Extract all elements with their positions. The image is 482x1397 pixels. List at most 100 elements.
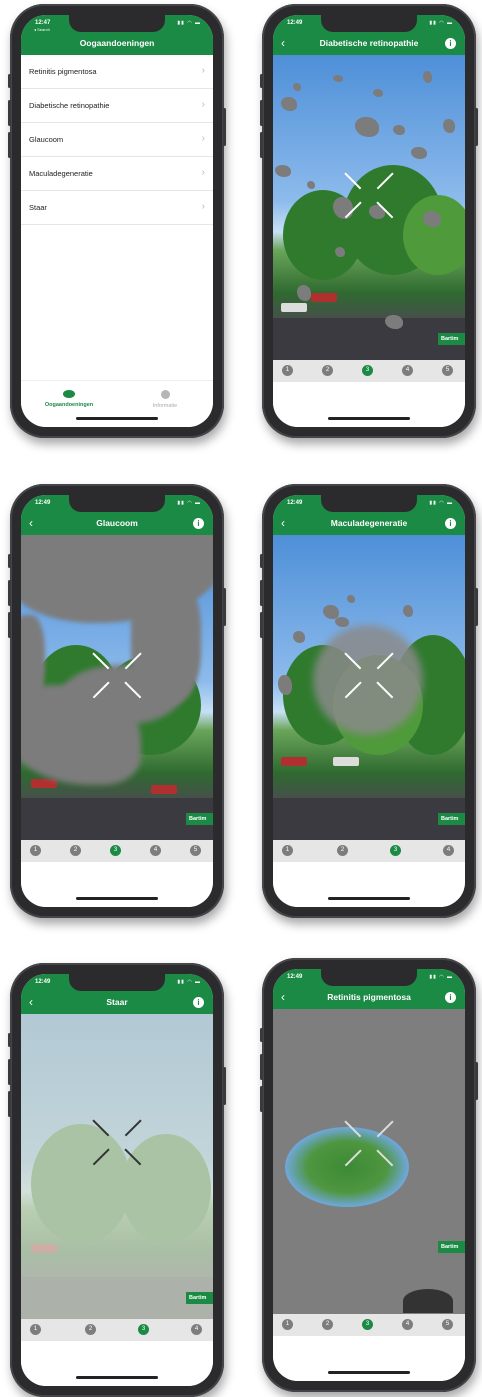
- step-1-button[interactable]: 1: [282, 1319, 293, 1330]
- page-title: Staar: [106, 997, 128, 1007]
- phone-retinitis-pigmentosa: 12:49 ▮▮ ◠ ▬ ‹ Retinitis pigmentosa i Ba…: [260, 958, 478, 1392]
- page-title: Maculadegeneratie: [330, 518, 408, 528]
- status-time: 12:49: [287, 974, 303, 980]
- list-item-staar[interactable]: Staar ›: [21, 191, 213, 225]
- step-4-button[interactable]: 4: [402, 1319, 413, 1330]
- focus-crosshair: [340, 1114, 398, 1172]
- phone-diabetische-retinopathie: 12:49 ▮▮ ◠ ▬ ‹ Diabetische retinopathie …: [260, 4, 478, 438]
- info-icon: [160, 390, 170, 399]
- list-item-label: Staar: [29, 203, 47, 212]
- tab-label: Informatie: [152, 403, 178, 409]
- severity-stepper: 1 2 3 4 5: [273, 1314, 465, 1336]
- info-icon[interactable]: i: [445, 38, 456, 49]
- camera-view: Bartim: [273, 535, 465, 840]
- step-3-button[interactable]: 3: [138, 1324, 149, 1335]
- step-2-button[interactable]: 2: [322, 1319, 333, 1330]
- chevron-right-icon: ›: [201, 133, 205, 144]
- step-1-button[interactable]: 1: [282, 365, 293, 376]
- screen: 12:49 ▮▮ ◠ ▬ ‹ Diabetische retinopathie …: [273, 15, 465, 427]
- nav-bar: ‹ Staar i: [21, 992, 213, 1014]
- list-item-diabetische-retinopathie[interactable]: Diabetische retinopathie ›: [21, 89, 213, 123]
- condition-list: Retinitis pigmentosa › Diabetische retin…: [21, 55, 213, 225]
- severity-stepper: 1 2 3 4 5: [273, 360, 465, 382]
- step-4-button[interactable]: 4: [443, 845, 454, 856]
- home-indicator[interactable]: [328, 897, 410, 900]
- step-5-button[interactable]: 5: [442, 1319, 453, 1330]
- step-3-button[interactable]: 3: [362, 365, 373, 376]
- back-to-app[interactable]: ◂ Search: [34, 27, 50, 32]
- nav-bar: Oogaandoeningen: [21, 33, 213, 55]
- notch: [69, 15, 165, 32]
- step-4-button[interactable]: 4: [402, 365, 413, 376]
- home-indicator[interactable]: [76, 897, 158, 900]
- info-icon[interactable]: i: [193, 518, 204, 529]
- chevron-right-icon: ›: [201, 201, 205, 212]
- nav-bar: ‹ Glaucoom i: [21, 513, 213, 535]
- status-icons: ▮▮ ◠ ▬: [177, 500, 201, 506]
- status-icons: ▮▮ ◠ ▬: [177, 20, 201, 26]
- chevron-right-icon: ›: [201, 65, 205, 76]
- focus-crosshair: [340, 646, 398, 704]
- tab-label: Oogaandoeningen: [44, 402, 94, 408]
- nav-bar: ‹ Diabetische retinopathie i: [273, 33, 465, 55]
- info-icon[interactable]: i: [193, 997, 204, 1008]
- step-2-button[interactable]: 2: [337, 845, 348, 856]
- list-item-label: Diabetische retinopathie: [29, 101, 110, 110]
- bartimeus-badge: Bartim: [438, 333, 465, 345]
- status-time: 12:47: [35, 20, 51, 26]
- home-indicator[interactable]: [76, 417, 158, 420]
- tab-informatie[interactable]: Informatie: [117, 386, 213, 409]
- step-3-button[interactable]: 3: [390, 845, 401, 856]
- bartimeus-badge: Bartim: [186, 1292, 213, 1304]
- phone-maculadegeneratie: 12:49 ▮▮ ◠ ▬ ‹ Maculadegeneratie i Barti…: [260, 484, 478, 918]
- step-1-button[interactable]: 1: [30, 1324, 41, 1335]
- step-4-button[interactable]: 4: [191, 1324, 202, 1335]
- page-title: Retinitis pigmentosa: [327, 992, 411, 1002]
- step-1-button[interactable]: 1: [282, 845, 293, 856]
- notch: [69, 974, 165, 991]
- chevron-right-icon: ›: [201, 167, 205, 178]
- focus-crosshair: [88, 1113, 146, 1171]
- page-title: Glaucoom: [96, 518, 138, 528]
- camera-view: Bartim: [273, 1009, 465, 1314]
- notch: [321, 495, 417, 512]
- step-2-button[interactable]: 2: [70, 845, 81, 856]
- list-item-maculadegeneratie[interactable]: Maculadegeneratie ›: [21, 157, 213, 191]
- step-1-button[interactable]: 1: [30, 845, 41, 856]
- screen: 12:49 ▮▮ ◠ ▬ ‹ Staar i Bartim 1 2 3 4: [21, 974, 213, 1386]
- list-item-label: Glaucoom: [29, 135, 64, 144]
- bottom-area: [273, 1336, 465, 1381]
- list-item-label: Maculadegeneratie: [29, 169, 93, 178]
- nav-bar: ‹ Retinitis pigmentosa i: [273, 987, 465, 1009]
- step-5-button[interactable]: 5: [442, 365, 453, 376]
- step-2-button[interactable]: 2: [85, 1324, 96, 1335]
- step-4-button[interactable]: 4: [150, 845, 161, 856]
- step-2-button[interactable]: 2: [322, 365, 333, 376]
- status-time: 12:49: [35, 500, 51, 506]
- focus-crosshair: [88, 646, 146, 704]
- tab-oogaandoeningen[interactable]: Oogaandoeningen: [21, 386, 117, 408]
- home-indicator[interactable]: [328, 417, 410, 420]
- severity-stepper: 1 2 3 4: [21, 1319, 213, 1341]
- info-icon[interactable]: i: [445, 992, 456, 1003]
- status-time: 12:49: [35, 979, 51, 985]
- home-indicator[interactable]: [76, 1376, 158, 1379]
- severity-stepper: 1 2 3 4 5: [21, 840, 213, 862]
- list-item-glaucoom[interactable]: Glaucoom ›: [21, 123, 213, 157]
- notch: [321, 15, 417, 32]
- home-indicator[interactable]: [328, 1371, 410, 1374]
- bottom-area: [21, 1341, 213, 1386]
- bottom-area: [273, 862, 465, 907]
- camera-view: Bartim: [273, 55, 465, 360]
- eye-icon: [63, 390, 75, 398]
- list-item-retinitis-pigmentosa[interactable]: Retinitis pigmentosa ›: [21, 55, 213, 89]
- step-5-button[interactable]: 5: [190, 845, 201, 856]
- info-icon[interactable]: i: [445, 518, 456, 529]
- status-time: 12:49: [287, 500, 303, 506]
- step-3-button[interactable]: 3: [110, 845, 121, 856]
- notch: [321, 969, 417, 986]
- screen: 12:49 ▮▮ ◠ ▬ ‹ Maculadegeneratie i Barti…: [273, 495, 465, 907]
- phone-glaucoom: 12:49 ▮▮ ◠ ▬ ‹ Glaucoom i Bartim 1 2 3 4…: [8, 484, 226, 918]
- step-3-button[interactable]: 3: [362, 1319, 373, 1330]
- bartimeus-badge: Bartim: [186, 813, 213, 825]
